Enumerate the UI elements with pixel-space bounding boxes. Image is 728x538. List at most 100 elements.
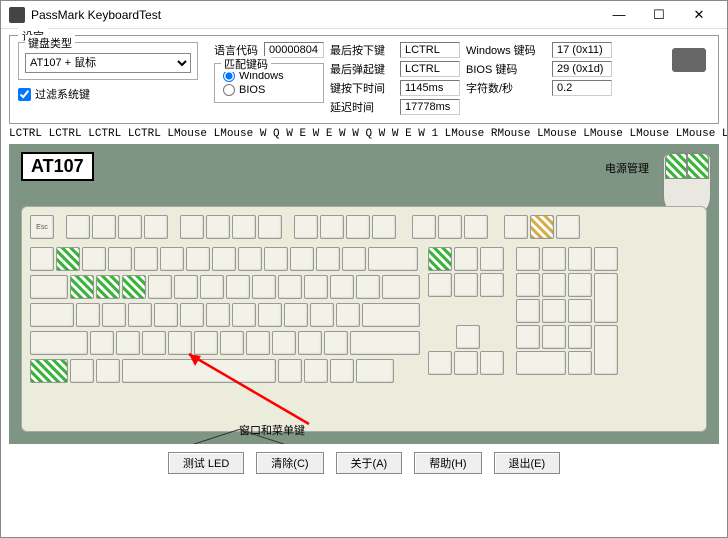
key-numsub[interactable] [594, 247, 618, 271]
key-f6[interactable] [206, 215, 230, 239]
key-j[interactable] [232, 303, 256, 327]
about-button[interactable]: 关于(A) [336, 452, 403, 474]
key-u[interactable] [226, 275, 250, 299]
key-semicolon[interactable] [310, 303, 334, 327]
key-numenter[interactable] [594, 325, 618, 375]
key-num9[interactable] [568, 273, 592, 297]
key-right[interactable] [480, 351, 504, 375]
key-1[interactable] [56, 247, 80, 271]
key-end[interactable] [454, 273, 478, 297]
key-f9[interactable] [294, 215, 318, 239]
maximize-button[interactable]: ☐ [639, 1, 679, 29]
key-backslash[interactable] [382, 275, 420, 299]
key-minus[interactable] [316, 247, 340, 271]
key-f1[interactable] [66, 215, 90, 239]
help-button[interactable]: 帮助(H) [414, 452, 481, 474]
key-down[interactable] [454, 351, 478, 375]
key-p[interactable] [304, 275, 328, 299]
key-lctrl[interactable] [30, 359, 68, 383]
key-rshift[interactable] [350, 331, 420, 355]
key-equals[interactable] [342, 247, 366, 271]
exit-button[interactable]: 退出(E) [494, 452, 561, 474]
minimize-button[interactable]: — [599, 1, 639, 29]
key-num5[interactable] [542, 299, 566, 323]
key-g[interactable] [180, 303, 204, 327]
key-numdiv[interactable] [542, 247, 566, 271]
key-enter[interactable] [362, 303, 420, 327]
key-num2[interactable] [542, 325, 566, 349]
key-prtsc[interactable] [412, 215, 436, 239]
key-a[interactable] [76, 303, 100, 327]
key-left[interactable] [428, 351, 452, 375]
mouse-left-button[interactable] [665, 153, 687, 179]
key-x[interactable] [116, 331, 140, 355]
key-lshift[interactable] [30, 331, 88, 355]
key-scroll[interactable] [438, 215, 462, 239]
key-0[interactable] [290, 247, 314, 271]
key-c[interactable] [142, 331, 166, 355]
filter-syskeys-checkbox[interactable] [18, 88, 31, 101]
key-f7[interactable] [232, 215, 256, 239]
mouse-right-button[interactable] [687, 153, 709, 179]
key-f[interactable] [154, 303, 178, 327]
key-rbracket[interactable] [356, 275, 380, 299]
key-wake[interactable] [504, 215, 528, 239]
key-home[interactable] [454, 247, 478, 271]
key-f10[interactable] [320, 215, 344, 239]
key-numlock[interactable] [516, 247, 540, 271]
key-w[interactable] [96, 275, 120, 299]
key-d[interactable] [128, 303, 152, 327]
key-f2[interactable] [92, 215, 116, 239]
key-f12[interactable] [372, 215, 396, 239]
key-q[interactable] [70, 275, 94, 299]
key-menu[interactable] [330, 359, 354, 383]
key-quote[interactable] [336, 303, 360, 327]
key-numdot[interactable] [568, 351, 592, 375]
key-9[interactable] [264, 247, 288, 271]
key-z[interactable] [90, 331, 114, 355]
key-numadd[interactable] [594, 273, 618, 323]
key-num1[interactable] [516, 325, 540, 349]
match-bios-radio[interactable] [223, 84, 235, 96]
key-backspace[interactable] [368, 247, 418, 271]
key-t[interactable] [174, 275, 198, 299]
key-power[interactable] [556, 215, 580, 239]
key-sleep[interactable] [530, 215, 554, 239]
key-k[interactable] [258, 303, 282, 327]
key-7[interactable] [212, 247, 236, 271]
close-button[interactable]: ✕ [679, 1, 719, 29]
key-l[interactable] [284, 303, 308, 327]
key-num4[interactable] [516, 299, 540, 323]
key-h[interactable] [206, 303, 230, 327]
key-f4[interactable] [144, 215, 168, 239]
key-grave[interactable] [30, 247, 54, 271]
key-3[interactable] [108, 247, 132, 271]
key-nummul[interactable] [568, 247, 592, 271]
key-tab[interactable] [30, 275, 68, 299]
key-num7[interactable] [516, 273, 540, 297]
key-lwin[interactable] [70, 359, 94, 383]
key-pgdn[interactable] [480, 273, 504, 297]
key-pgup[interactable] [480, 247, 504, 271]
key-rctrl[interactable] [356, 359, 394, 383]
key-num8[interactable] [542, 273, 566, 297]
key-esc[interactable]: Esc [30, 215, 54, 239]
key-num3[interactable] [568, 325, 592, 349]
key-i[interactable] [252, 275, 276, 299]
key-pause[interactable] [464, 215, 488, 239]
key-num6[interactable] [568, 299, 592, 323]
key-y[interactable] [200, 275, 224, 299]
key-f5[interactable] [180, 215, 204, 239]
key-4[interactable] [134, 247, 158, 271]
key-8[interactable] [238, 247, 262, 271]
key-6[interactable] [186, 247, 210, 271]
key-r[interactable] [148, 275, 172, 299]
key-lbracket[interactable] [330, 275, 354, 299]
key-f3[interactable] [118, 215, 142, 239]
key-f11[interactable] [346, 215, 370, 239]
clear-button[interactable]: 清除(C) [256, 452, 323, 474]
key-2[interactable] [82, 247, 106, 271]
test-led-button[interactable]: 测试 LED [168, 452, 244, 474]
key-f8[interactable] [258, 215, 282, 239]
key-num0[interactable] [516, 351, 566, 375]
